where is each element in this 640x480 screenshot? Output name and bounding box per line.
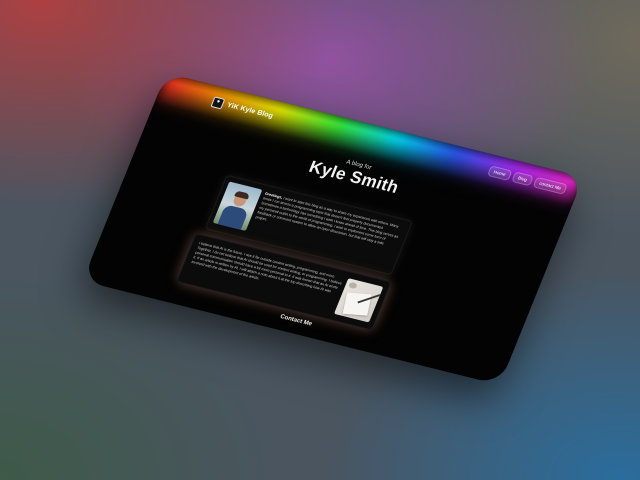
intro-text: Greetings, I want to start this blog as … [255,192,404,254]
intro-body: I want to start this blog as a way to sh… [254,195,400,246]
nav-link-blog[interactable]: Blog [511,170,535,186]
logo-icon: ✦ [210,95,226,109]
browser-window: ✦ YiK Kyle Blog Home Blog contact Me A b… [82,73,584,385]
profile-photo [212,181,263,231]
nav-link-home[interactable]: Home [487,164,513,181]
